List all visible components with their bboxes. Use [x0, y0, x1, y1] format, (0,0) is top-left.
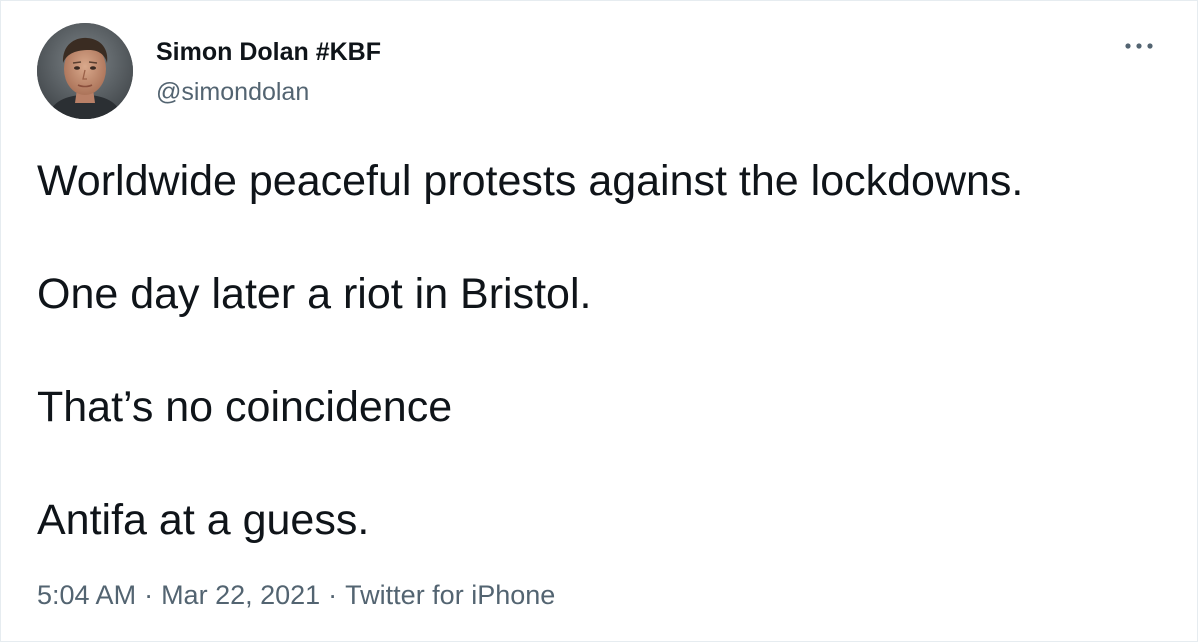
- tweet-text-line: Antifa at a guess.: [37, 496, 370, 544]
- meta-separator: ·: [328, 580, 338, 610]
- avatar[interactable]: [37, 23, 133, 119]
- more-options-button[interactable]: [1121, 31, 1157, 61]
- tweet-date[interactable]: Mar 22, 2021: [161, 580, 320, 610]
- author-handle[interactable]: @simondolan: [156, 77, 381, 107]
- tweet-text-line: One day later a riot in Bristol.: [37, 270, 592, 318]
- tweet-card: Simon Dolan #KBF @simondolan Worldwide p…: [0, 0, 1198, 642]
- tweet-text: Worldwide peaceful protests against the …: [37, 155, 1157, 546]
- profile-photo-icon: [37, 23, 133, 119]
- more-options-icon: [1124, 42, 1154, 50]
- tweet-time[interactable]: 5:04 AM: [37, 580, 136, 610]
- tweet-source[interactable]: Twitter for iPhone: [345, 580, 555, 610]
- author-block: Simon Dolan #KBF @simondolan: [156, 37, 381, 107]
- tweet-text-line: That’s no coincidence: [37, 383, 453, 431]
- meta-separator: ·: [144, 580, 154, 610]
- tweet-metadata: 5:04 AM · Mar 22, 2021 · Twitter for iPhone: [37, 578, 555, 612]
- author-display-name[interactable]: Simon Dolan #KBF: [156, 37, 381, 67]
- tweet-text-line: Worldwide peaceful protests against the …: [37, 157, 1024, 205]
